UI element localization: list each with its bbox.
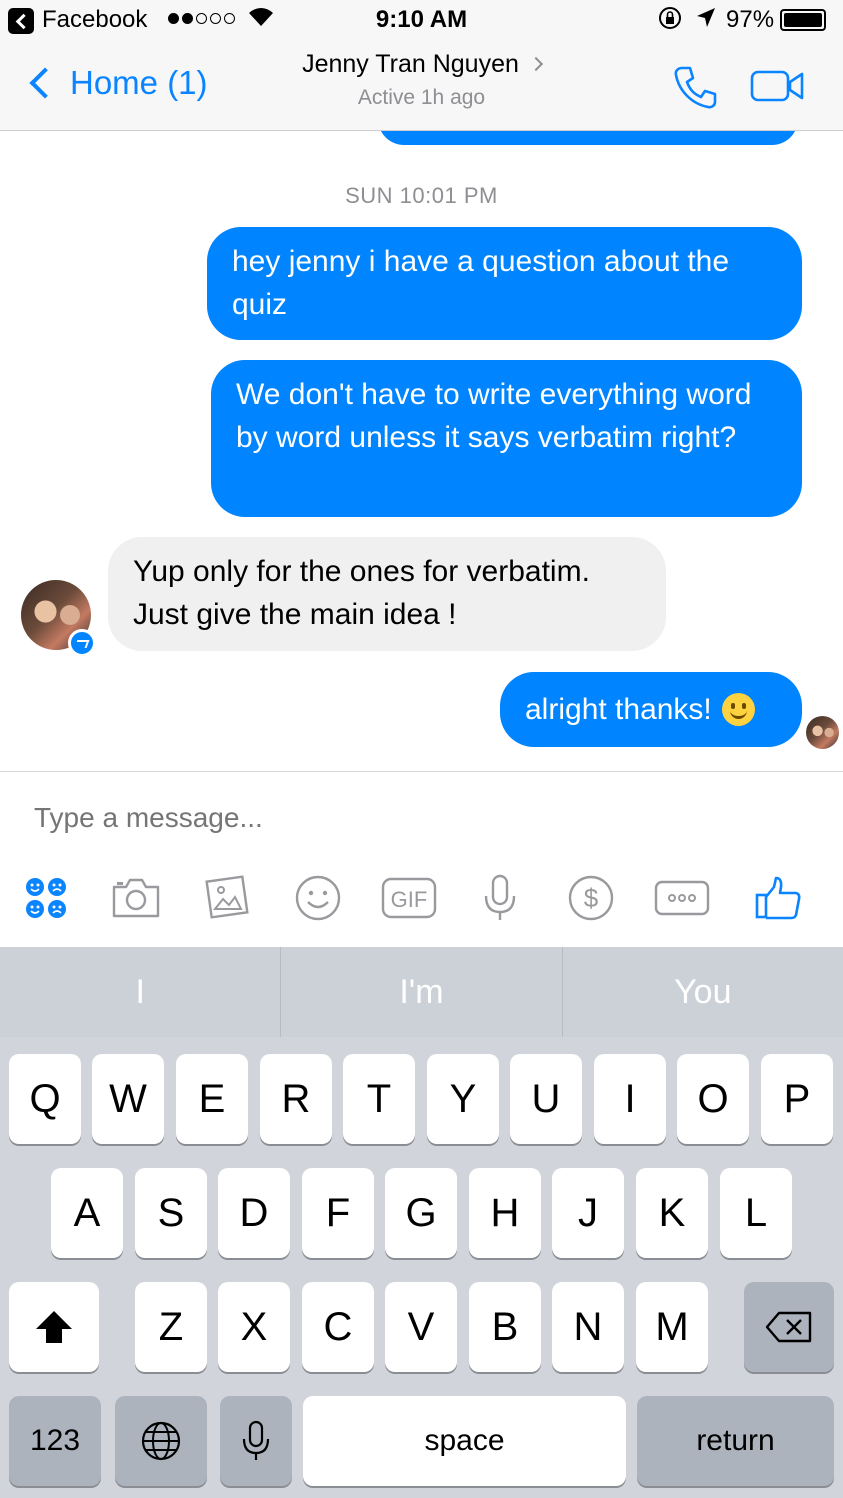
phone-icon[interactable] xyxy=(670,62,720,117)
globe-key[interactable] xyxy=(115,1396,207,1486)
thumbs-up-icon[interactable] xyxy=(748,868,808,928)
key-j[interactable]: J xyxy=(552,1168,624,1258)
composer: GIF $ xyxy=(0,771,843,947)
chevron-right-icon xyxy=(528,56,543,72)
suggestion[interactable]: I'm xyxy=(281,947,563,1037)
message-text: alright thanks! xyxy=(525,693,712,726)
key-u[interactable]: U xyxy=(510,1054,582,1144)
key-v[interactable]: V xyxy=(385,1282,457,1372)
outgoing-message[interactable]: hey jenny i have a question about the qu… xyxy=(207,227,802,340)
key-k[interactable]: K xyxy=(636,1168,708,1258)
gif-label: GIF xyxy=(391,887,428,912)
more-icon[interactable] xyxy=(652,868,712,928)
key-h[interactable]: H xyxy=(469,1168,541,1258)
key-n[interactable]: N xyxy=(552,1282,624,1372)
dictation-key[interactable] xyxy=(220,1396,292,1486)
conversation-header: Home (1) Jenny Tran Nguyen Active 1h ago xyxy=(0,40,843,131)
key-o[interactable]: O xyxy=(677,1054,749,1144)
message-input[interactable] xyxy=(34,802,794,834)
key-a[interactable]: A xyxy=(51,1168,123,1258)
gallery-icon[interactable] xyxy=(198,868,258,928)
outgoing-message[interactable]: We don't have to write everything word b… xyxy=(211,360,802,517)
key-m[interactable]: M xyxy=(636,1282,708,1372)
message-timestamp: SUN 10:01 PM xyxy=(345,183,498,208)
key-b[interactable]: B xyxy=(469,1282,541,1372)
predictive-text-bar: I I'm You xyxy=(0,947,843,1037)
camera-icon[interactable] xyxy=(106,868,166,928)
messenger-badge-icon xyxy=(68,629,96,657)
svg-text:$: $ xyxy=(584,883,599,913)
rotation-lock-icon xyxy=(658,6,682,37)
key-x[interactable]: X xyxy=(218,1282,290,1372)
shift-key[interactable] xyxy=(9,1282,99,1372)
key-l[interactable]: L xyxy=(720,1168,792,1258)
video-camera-icon[interactable] xyxy=(750,68,806,109)
suggestion[interactable]: I xyxy=(0,947,282,1037)
location-arrow-icon xyxy=(695,6,717,37)
read-receipt-avatar xyxy=(806,716,839,749)
previous-message-bubble[interactable] xyxy=(378,131,798,145)
stickers-icon[interactable] xyxy=(16,868,76,928)
microphone-icon[interactable] xyxy=(470,868,530,928)
status-bar: Facebook 9:10 AM 97% xyxy=(0,0,843,40)
shift-arrow-icon xyxy=(36,1311,72,1343)
backspace-icon xyxy=(765,1311,812,1343)
return-key[interactable]: return xyxy=(637,1396,834,1486)
key-p[interactable]: P xyxy=(761,1054,833,1144)
key-r[interactable]: R xyxy=(260,1054,332,1144)
globe-icon xyxy=(141,1421,181,1461)
key-c[interactable]: C xyxy=(302,1282,374,1372)
key-e[interactable]: E xyxy=(176,1054,248,1144)
key-f[interactable]: F xyxy=(302,1168,374,1258)
message-thread[interactable]: SUN 10:01 PM hey jenny i have a question… xyxy=(0,131,843,771)
microphone-icon xyxy=(242,1420,270,1460)
smiling-face-emoji-icon xyxy=(721,693,755,726)
key-q[interactable]: Q xyxy=(9,1054,81,1144)
suggestion[interactable]: You xyxy=(563,947,843,1037)
key-w[interactable]: W xyxy=(92,1054,164,1144)
key-t[interactable]: T xyxy=(343,1054,415,1144)
contact-name: Jenny Tran Nguyen xyxy=(302,50,519,78)
battery-icon xyxy=(780,9,826,31)
keyboard: Q W E R T Y U I O P A S D F G H J K L Z … xyxy=(0,1037,843,1498)
key-i[interactable]: I xyxy=(594,1054,666,1144)
outgoing-message[interactable]: alright thanks! xyxy=(500,672,802,747)
numbers-key[interactable]: 123 xyxy=(9,1396,101,1486)
key-y[interactable]: Y xyxy=(427,1054,499,1144)
key-d[interactable]: D xyxy=(218,1168,290,1258)
key-g[interactable]: G xyxy=(385,1168,457,1258)
payment-icon[interactable]: $ xyxy=(561,868,621,928)
incoming-message[interactable]: Yup only for the ones for verbatim. Just… xyxy=(108,537,666,651)
space-key[interactable]: space xyxy=(303,1396,626,1486)
key-s[interactable]: S xyxy=(135,1168,207,1258)
emoji-icon[interactable] xyxy=(288,868,348,928)
gif-icon[interactable]: GIF xyxy=(379,868,439,928)
key-z[interactable]: Z xyxy=(135,1282,207,1372)
delete-key[interactable] xyxy=(744,1282,834,1372)
battery-percentage: 97% xyxy=(726,6,775,33)
